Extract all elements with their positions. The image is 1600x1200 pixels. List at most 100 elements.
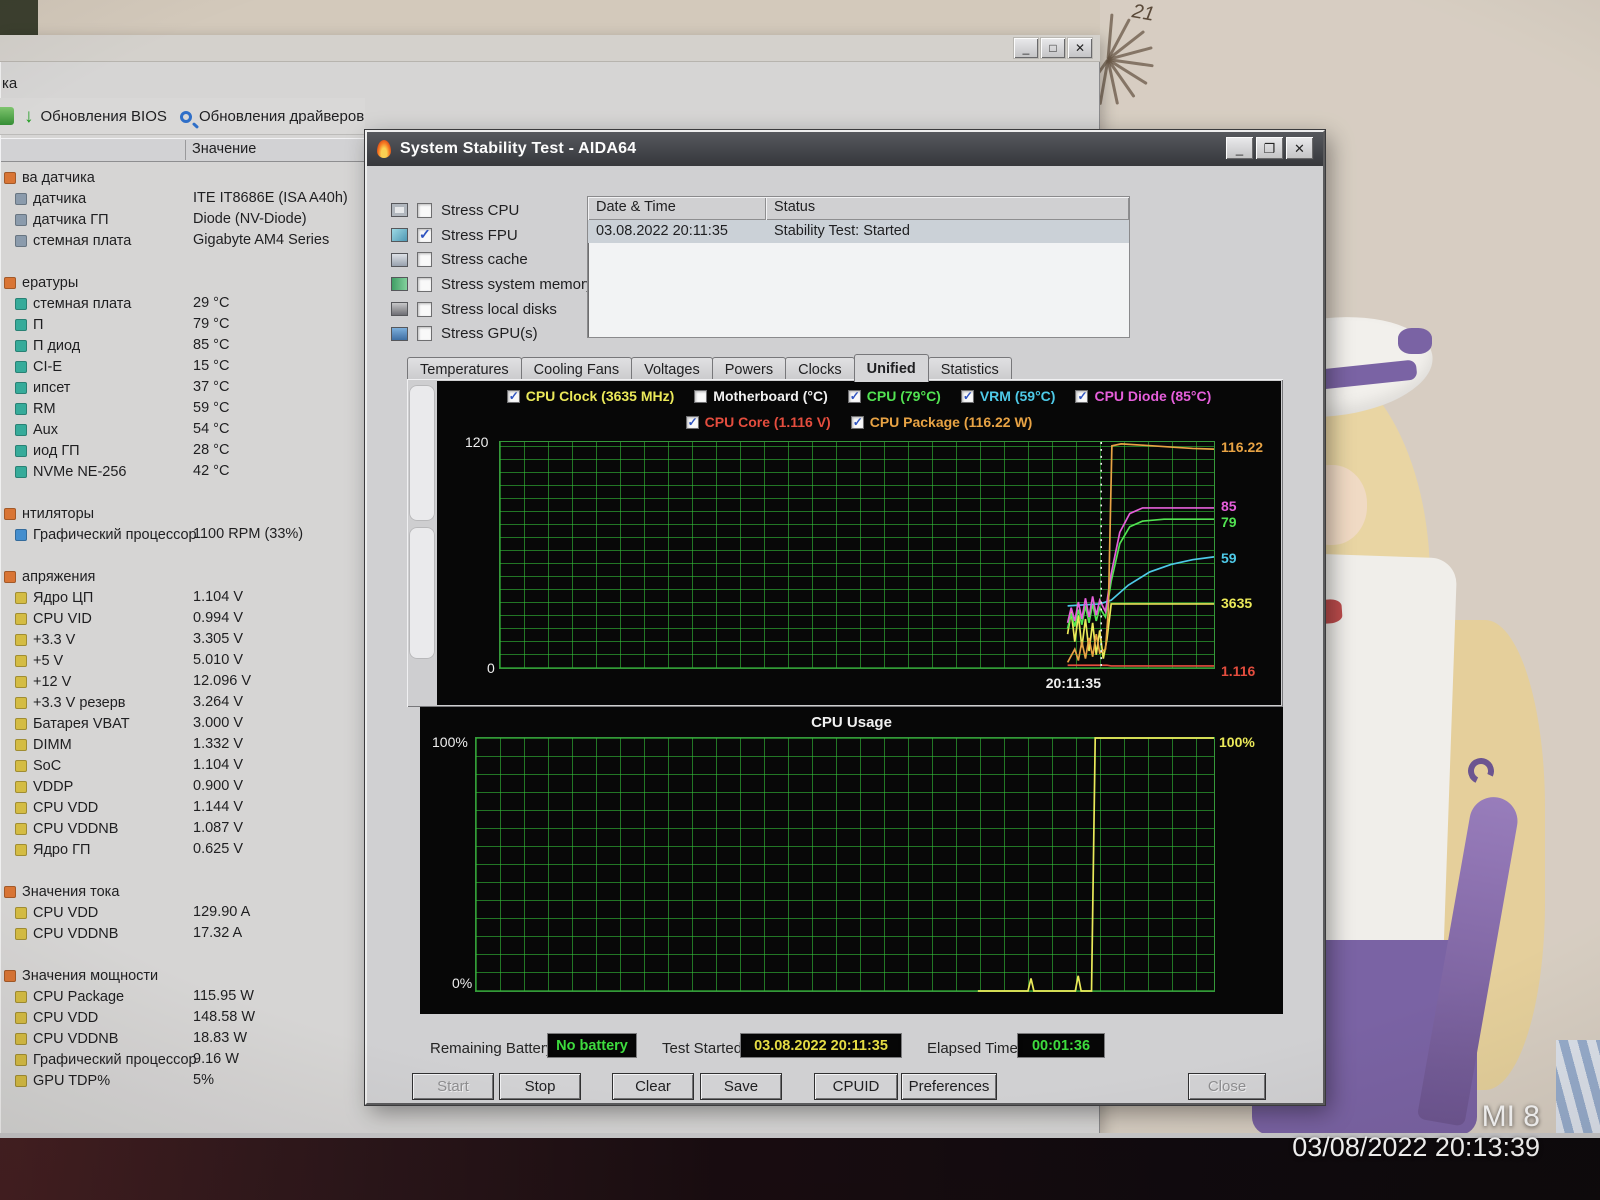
sensor-label: Ядро ГП	[33, 841, 91, 858]
watermark-device: MI 8	[1481, 1100, 1540, 1133]
sensor-row[interactable]: Графический процессор 9.16 W	[0, 1049, 365, 1070]
sensor-row[interactable]: +3.3 V резерв 3.264 V	[0, 692, 365, 713]
column-divider[interactable]	[185, 140, 186, 160]
stress-option-stress-system-memory[interactable]: Stress system memory	[391, 272, 611, 297]
stress-checkbox[interactable]	[417, 202, 432, 218]
driver-updates-button[interactable]: Обновления драйверов	[180, 98, 364, 135]
sensor-row[interactable]: ва датчика	[0, 167, 365, 188]
log-row[interactable]: 03.08.2022 20:11:35 Stability Test: Start…	[588, 220, 1129, 243]
sensor-row[interactable]: VDDP 0.900 V	[0, 776, 365, 797]
sensor-row[interactable]: CPU VDD 148.58 W	[0, 1007, 365, 1028]
stress-option-stress-fpu[interactable]: Stress FPU	[391, 223, 611, 248]
log-header-status[interactable]: Status	[766, 197, 1129, 220]
sensor-value: 1.104 V	[193, 589, 243, 605]
sensor-icon	[4, 507, 16, 520]
sensor-row[interactable]: CPU Package 115.95 W	[0, 986, 365, 1007]
stress-option-stress-gpu-s[interactable]: Stress GPU(s)	[391, 321, 611, 346]
window-titlebar[interactable]: System Stability Test - AIDA64 _ ❐ ✕	[367, 132, 1323, 166]
log-header-datetime[interactable]: Date & Time	[588, 197, 766, 220]
sensor-row[interactable]: Графический процессор 1100 RPM (33%)	[0, 524, 365, 545]
sensor-row[interactable]: NVMe NE-256 42 °C	[0, 461, 365, 482]
chart-legend-row-2: CPU Core (1.116 V) CPU Package (116.22 W)	[437, 414, 1281, 430]
sensor-value: 37 °C	[193, 379, 230, 395]
sensor-row[interactable]: датчика ГП Diode (NV-Diode)	[0, 209, 365, 230]
stress-checkbox[interactable]	[417, 301, 432, 317]
sensor-row[interactable]: нтиляторы	[0, 503, 365, 524]
sensor-row[interactable]: +3.3 V 3.305 V	[0, 629, 365, 650]
sensor-icon	[15, 654, 27, 667]
toolbar-edge-icon[interactable]	[0, 107, 14, 125]
stress-checkbox[interactable]	[417, 226, 432, 243]
sensor-row[interactable]: CPU VDDNB 17.32 A	[0, 923, 365, 944]
sensor-row[interactable]: П 79 °C	[0, 314, 365, 335]
tab-unified[interactable]: Unified	[853, 354, 929, 382]
stress-checkbox[interactable]	[417, 276, 432, 292]
sensor-row[interactable]: Батарея VBAT 3.000 V	[0, 713, 365, 734]
bios-updates-button[interactable]: ↓ Обновления BIOS	[24, 98, 167, 135]
sensor-label: Батарея VBAT	[33, 715, 130, 732]
maximize-button[interactable]: ❐	[1256, 137, 1283, 159]
legend-checkbox[interactable]	[847, 389, 861, 403]
sensor-row[interactable]: CPU VDD 1.144 V	[0, 797, 365, 818]
sensor-row[interactable]: GPU TDP% 5%	[0, 1070, 365, 1091]
legend-checkbox[interactable]	[1075, 389, 1089, 403]
legend-checkbox[interactable]	[850, 415, 864, 429]
sensor-row[interactable]: Ядро ЦП 1.104 V	[0, 587, 365, 608]
close-button[interactable]: ✕	[1068, 38, 1092, 58]
sensor-row[interactable]: Значения тока	[0, 881, 365, 902]
stress-option-stress-local-disks[interactable]: Stress local disks	[391, 297, 611, 322]
background-window-titlebar[interactable]: _ □ ✕	[0, 35, 1100, 62]
sensor-row[interactable]: CPU VDDNB 1.087 V	[0, 818, 365, 839]
stress-option-stress-cpu[interactable]: Stress CPU	[391, 198, 611, 223]
sensor-label: VDDP	[33, 778, 74, 795]
cpuid-button[interactable]: CPUID	[814, 1073, 898, 1100]
series-cpu-package	[1066, 443, 1215, 663]
sensor-row[interactable]: RM 59 °C	[0, 398, 365, 419]
legend-checkbox[interactable]	[506, 389, 520, 403]
sensor-row[interactable]: П диод 85 °C	[0, 335, 365, 356]
stress-option-stress-cache[interactable]: Stress cache	[391, 247, 611, 272]
sensor-row[interactable]: Значения мощности	[0, 965, 365, 986]
minimize-button[interactable]: _	[1014, 38, 1038, 58]
legend-checkbox[interactable]	[694, 389, 708, 403]
sensor-row[interactable]: апряжения	[0, 566, 365, 587]
sensor-row[interactable]: SoC 1.104 V	[0, 755, 365, 776]
maximize-button[interactable]: □	[1041, 38, 1065, 58]
clear-button[interactable]: Clear	[612, 1073, 694, 1100]
sensor-icon	[15, 192, 27, 205]
stop-button[interactable]: Stop	[499, 1073, 581, 1100]
sensor-row[interactable]: CPU VDDNB 18.83 W	[0, 1028, 365, 1049]
sensor-row[interactable]: +5 V 5.010 V	[0, 650, 365, 671]
menu-fragment[interactable]: ка	[2, 75, 17, 92]
sensor-row[interactable]: +12 V 12.096 V	[0, 671, 365, 692]
battery-label: Remaining Battery:	[430, 1040, 558, 1057]
sensor-value: 9.16 W	[193, 1051, 239, 1067]
sensor-icon	[15, 1032, 27, 1045]
close-button[interactable]: ✕	[1286, 137, 1313, 159]
sensor-row[interactable]: стемная плата Gigabyte AM4 Series	[0, 230, 365, 251]
sensor-row[interactable]: CI-E 15 °C	[0, 356, 365, 377]
sensor-row[interactable]: стемная плата 29 °C	[0, 293, 365, 314]
sensor-row[interactable]: датчика ITE IT8686E (ISA A40h)	[0, 188, 365, 209]
sensor-row[interactable]: CPU VDD 129.90 A	[0, 902, 365, 923]
list-column-header[interactable]: Значение	[0, 138, 365, 162]
stress-checkbox[interactable]	[417, 326, 432, 342]
striped-object	[1556, 1040, 1600, 1135]
legend-checkbox[interactable]	[685, 415, 699, 429]
preferences-button[interactable]: Preferences	[901, 1073, 997, 1100]
sensor-row[interactable]: Aux 54 °C	[0, 419, 365, 440]
sensor-row[interactable]: ипсет 37 °C	[0, 377, 365, 398]
minimize-button[interactable]: _	[1226, 137, 1253, 159]
sensor-icon	[15, 1053, 27, 1066]
save-button[interactable]: Save	[700, 1073, 782, 1100]
sensor-icon	[15, 738, 27, 751]
start-button: Start	[412, 1073, 494, 1100]
sensor-row[interactable]: Ядро ГП 0.625 V	[0, 839, 365, 860]
sensor-row[interactable]: иод ГП 28 °C	[0, 440, 365, 461]
sensor-row[interactable]: DIMM 1.332 V	[0, 734, 365, 755]
sensor-row[interactable]: ературы	[0, 272, 365, 293]
sensor-row[interactable]: CPU VID 0.994 V	[0, 608, 365, 629]
legend-checkbox[interactable]	[960, 389, 974, 403]
sensor-icon	[15, 696, 27, 709]
stress-checkbox[interactable]	[417, 252, 432, 268]
